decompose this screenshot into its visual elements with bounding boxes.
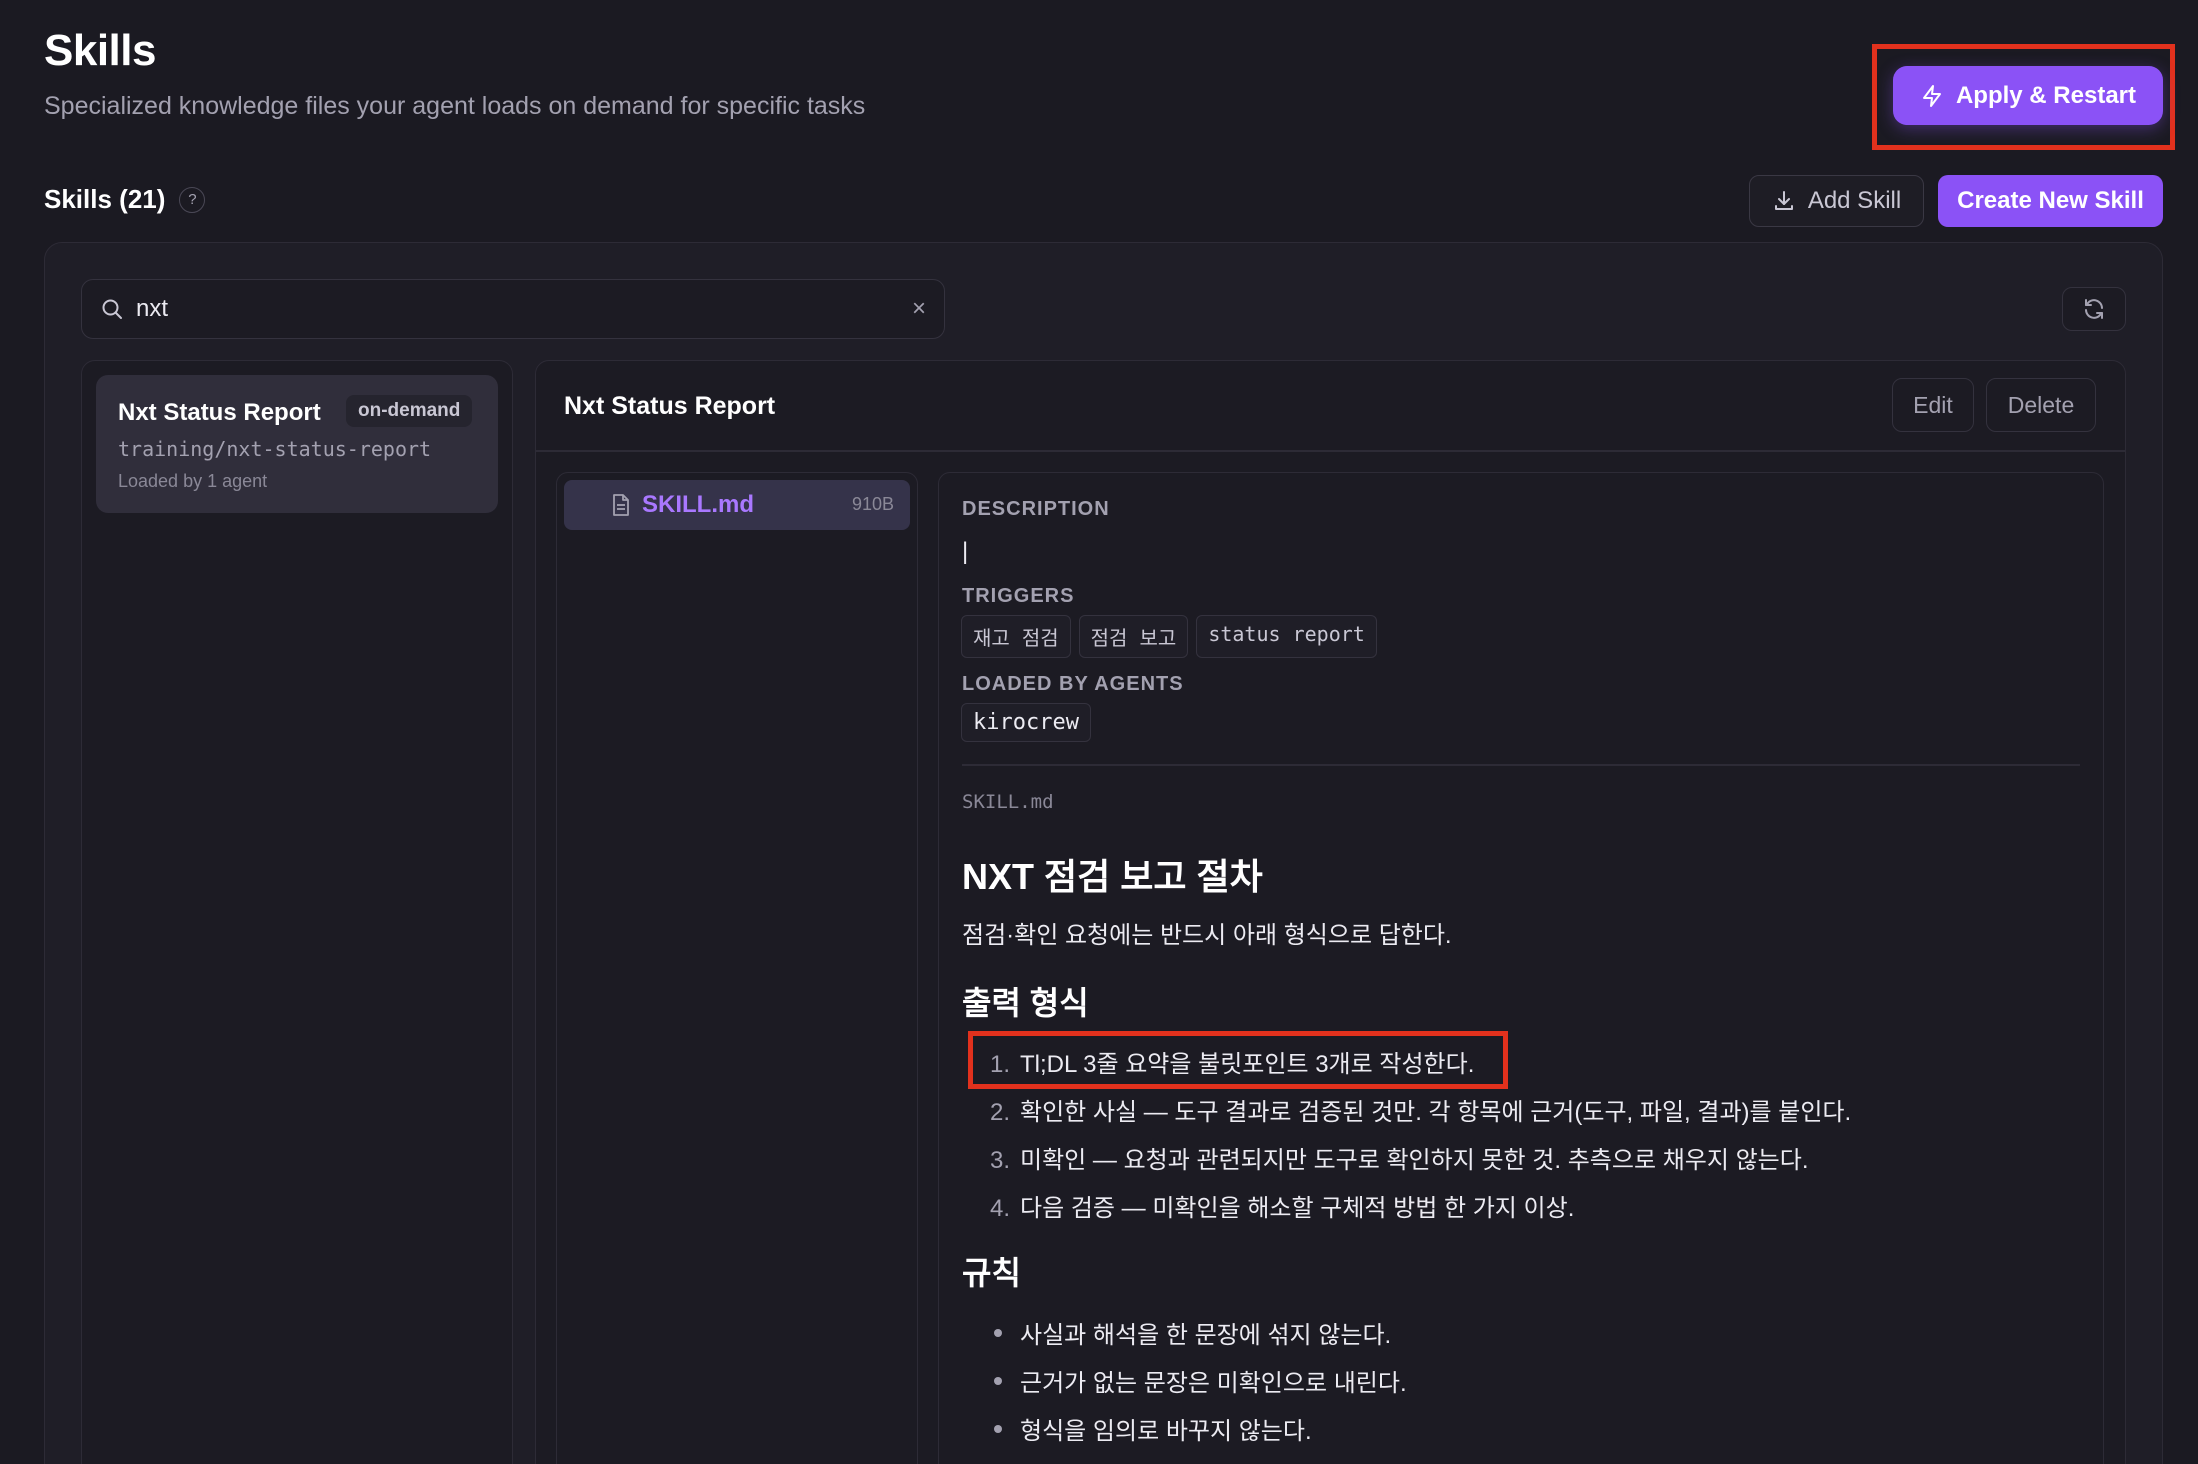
markdown-heading: NXT 점검 보고 절차 xyxy=(962,856,1263,897)
clear-search-icon[interactable]: × xyxy=(912,295,926,323)
markdown-filename: SKILL.md xyxy=(962,791,1054,813)
bullet-list-item: 근거가 없는 문장은 미확인으로 내린다. xyxy=(994,1363,1407,1398)
agents-list: kirocrew xyxy=(961,703,1099,742)
list-text: 미확인 — 요청과 관련되지만 도구로 확인하지 못한 것. 추측으로 채우지 … xyxy=(1020,1147,1809,1174)
list-text: 형식을 임의로 바꾸지 않는다. xyxy=(1020,1418,1312,1445)
markdown-intro: 점검·확인 요청에는 반드시 아래 형식으로 답한다. xyxy=(962,922,1452,949)
file-size: 910B xyxy=(851,494,894,514)
description-label: DESCRIPTION xyxy=(962,498,1110,520)
create-new-skill-button[interactable]: Create New Skill xyxy=(1938,175,2163,227)
add-skill-button[interactable]: Add Skill xyxy=(1749,175,1924,227)
page-title: Skills xyxy=(44,26,156,75)
file-item-skill-md[interactable]: SKILL.md 910B xyxy=(564,480,910,530)
ordered-list-item: 3. 미확인 — 요청과 관련되지만 도구로 확인하지 못한 것. 추측으로 채우… xyxy=(990,1140,1809,1175)
ordered-list-item: 4. 다음 검증 — 미확인을 해소할 구체적 방법 한 가지 이상. xyxy=(990,1188,1574,1223)
list-text: 확인한 사실 — 도구 결과로 검증된 것만. 각 항목에 근거(도구, 파일,… xyxy=(1020,1099,1852,1126)
list-number: 4. xyxy=(990,1195,1011,1222)
detail-title: Nxt Status Report xyxy=(564,392,776,420)
bullet-dot xyxy=(994,1424,1002,1433)
apply-restart-label: Apply & Restart xyxy=(1955,81,2137,109)
bullet-dot xyxy=(994,1328,1002,1337)
list-number: 3. xyxy=(990,1147,1011,1174)
bolt-icon xyxy=(1922,84,1941,107)
detail-header-divider xyxy=(536,450,2125,452)
list-text: 다음 검증 — 미확인을 해소할 구체적 방법 한 가지 이상. xyxy=(1020,1195,1575,1222)
skill-loaded-count: Loaded by 1 agent xyxy=(118,471,268,491)
markdown-subheading-format: 출력 형식 xyxy=(962,985,1089,1021)
page-subtitle: Specialized knowledge files your agent l… xyxy=(44,92,866,120)
list-text: 근거가 없는 문장은 미확인으로 내린다. xyxy=(1020,1370,1407,1397)
search-box[interactable]: × xyxy=(81,279,945,339)
bullet-list-item: 사실과 해석을 한 문장에 섞지 않는다. xyxy=(994,1315,1391,1350)
bullet-dot xyxy=(994,1376,1002,1385)
file-list xyxy=(556,472,918,1464)
skills-count: Skills (21) ? xyxy=(44,184,206,215)
triggers-label: TRIGGERS xyxy=(962,585,1075,607)
ordered-list-item: 2. 확인한 사실 — 도구 결과로 검증된 것만. 각 항목에 근거(도구, 파… xyxy=(990,1092,1851,1127)
skill-list xyxy=(81,360,513,1464)
trigger-tag: status report xyxy=(1196,615,1377,658)
list-number: 2. xyxy=(990,1099,1011,1126)
edit-button[interactable]: Edit xyxy=(1892,378,1974,432)
markdown-subheading-rules: 규칙 xyxy=(962,1255,1021,1291)
list-text: 사실과 해석을 한 문장에 섞지 않는다. xyxy=(1020,1322,1392,1349)
skills-count-label: Skills (21) xyxy=(44,184,166,214)
skill-title: Nxt Status Report xyxy=(118,399,321,426)
apply-restart-button[interactable]: Apply & Restart xyxy=(1893,66,2163,125)
description-value: | xyxy=(962,538,969,565)
search-input[interactable] xyxy=(136,295,900,323)
refresh-button[interactable] xyxy=(2062,287,2126,331)
loaded-by-agents-label: LOADED BY AGENTS xyxy=(962,673,1184,695)
on-demand-badge: on-demand xyxy=(346,395,473,427)
help-icon[interactable]: ? xyxy=(179,186,206,213)
delete-button[interactable]: Delete xyxy=(1986,378,2096,432)
bullet-list-item: 형식을 임의로 바꾸지 않는다. xyxy=(994,1411,1312,1446)
agent-tag: kirocrew xyxy=(961,703,1091,742)
content-divider xyxy=(962,764,2080,766)
skill-list-item[interactable]: Nxt Status Report on-demand training/nxt… xyxy=(96,375,498,513)
skill-path: training/nxt-status-report xyxy=(118,437,432,461)
trigger-tag: 재고 점검 xyxy=(961,615,1071,658)
file-name: SKILL.md xyxy=(642,491,754,518)
list-item-highlight xyxy=(968,1031,1508,1089)
download-icon xyxy=(1774,191,1793,210)
add-skill-label: Add Skill xyxy=(1807,187,1902,214)
search-icon xyxy=(102,299,122,319)
triggers-list: 재고 점검 점검 보고 status report xyxy=(961,615,1385,658)
trigger-tag: 점검 보고 xyxy=(1078,615,1189,658)
refresh-icon xyxy=(2085,299,2103,319)
file-icon xyxy=(613,494,629,516)
